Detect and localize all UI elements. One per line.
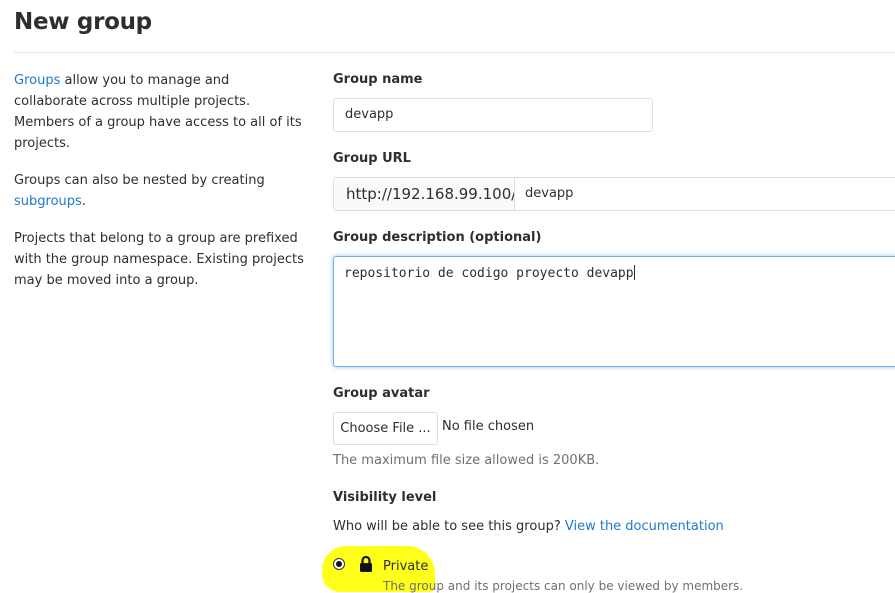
group-description-label: Group description (optional) — [333, 230, 542, 245]
file-size-help: The maximum file size allowed is 200KB. — [333, 453, 600, 468]
info-paragraph-namespace: Projects that belong to a group are pref… — [14, 231, 304, 288]
group-avatar-label: Group avatar — [333, 386, 430, 401]
description-text: repositorio de codigo proyecto devapp — [344, 266, 634, 281]
visibility-level-label: Visibility level — [333, 490, 437, 505]
view-documentation-link[interactable]: View the documentation — [565, 519, 724, 534]
groups-link[interactable]: Groups — [14, 73, 60, 88]
page-title: New group — [14, 9, 152, 35]
text-caret — [633, 265, 635, 280]
group-name-input[interactable]: devapp — [333, 98, 653, 132]
group-description-textarea[interactable]: repositorio de codigo proyecto devapp — [333, 256, 895, 367]
info-paragraph-groups: Groups allow you to manage and collabora… — [14, 70, 304, 154]
info-text-period: . — [81, 194, 86, 209]
group-url-prefix: http://192.168.99.100/ — [333, 177, 516, 211]
visibility-question-text: Who will be able to see this group? — [333, 519, 565, 534]
visibility-private-radio[interactable] — [333, 558, 345, 570]
group-url-label: Group URL — [333, 151, 411, 166]
lock-icon — [360, 556, 372, 572]
group-name-label: Group name — [333, 72, 423, 87]
visibility-private-label: Private — [383, 559, 429, 574]
info-text-nested: Groups can also be nested by creating — [14, 173, 265, 188]
group-url-path-input[interactable]: devapp — [514, 177, 895, 211]
title-divider — [14, 52, 895, 53]
sidebar-info: Groups allow you to manage and collabora… — [14, 70, 304, 307]
choose-file-button[interactable]: Choose File ... — [333, 412, 438, 445]
file-status-text: No file chosen — [442, 419, 535, 434]
visibility-question: Who will be able to see this group? View… — [333, 519, 724, 534]
private-description: The group and its projects can only be v… — [383, 579, 744, 593]
info-paragraph-subgroups: Groups can also be nested by creating su… — [14, 170, 304, 212]
subgroups-link[interactable]: subgroups — [14, 194, 82, 209]
